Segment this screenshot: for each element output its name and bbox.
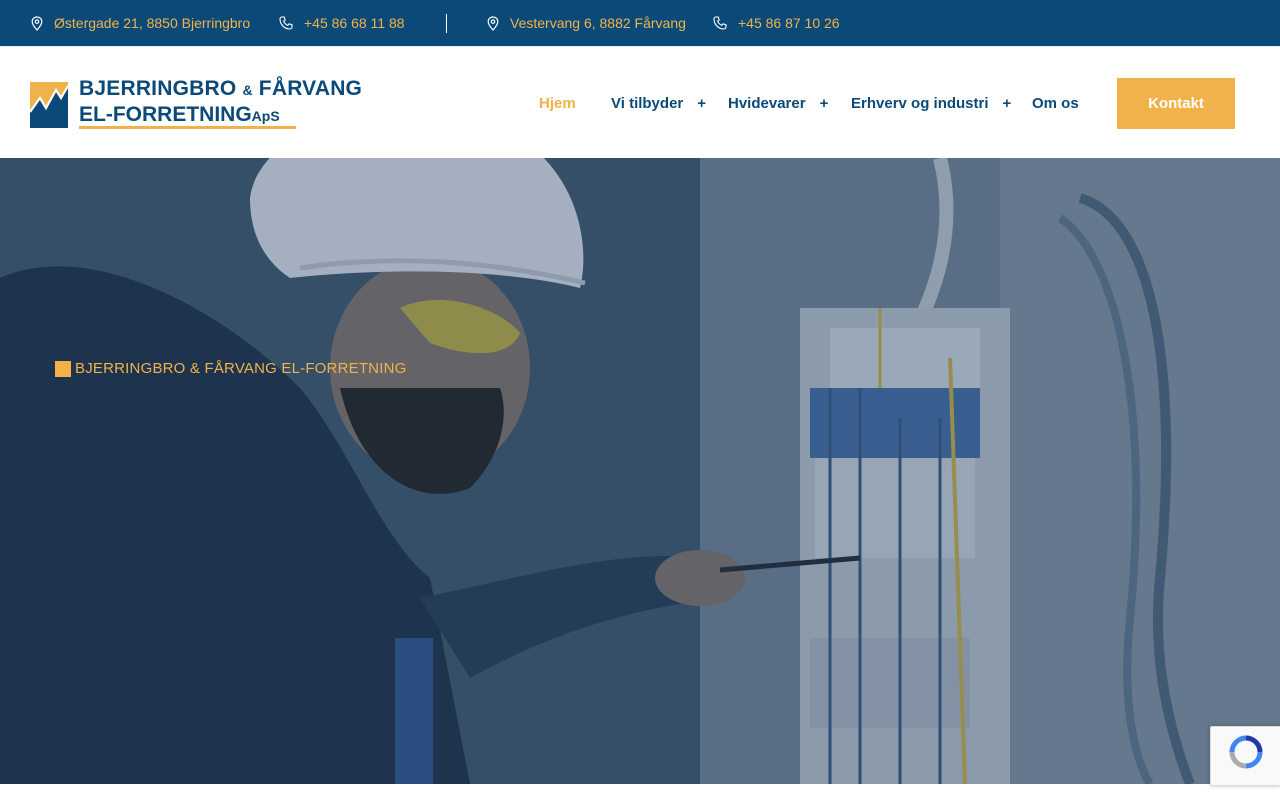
address-text: Vestervang 6, 8882 Fårvang bbox=[510, 15, 686, 31]
logo-word-aps: ApS bbox=[251, 108, 280, 124]
nav-item-label: Erhverv og industri bbox=[851, 94, 989, 112]
address-text: Østergade 21, 8850 Bjerringbro bbox=[54, 15, 251, 31]
submenu-plus-icon[interactable]: + bbox=[1003, 95, 1012, 112]
phone-icon bbox=[279, 16, 293, 30]
nav-item-label: Vi tilbyder bbox=[611, 94, 684, 112]
top-info-bar: Østergade 21, 8850 Bjerringbro +45 86 68… bbox=[0, 0, 1280, 46]
logo-mark-icon bbox=[30, 82, 68, 128]
phone-text: +45 86 87 10 26 bbox=[738, 15, 840, 31]
hero-section: BJERRINGBRO & FÅRVANG EL-FORRETNING bbox=[0, 158, 1280, 784]
nav-item-hjem[interactable]: Hjem bbox=[539, 47, 576, 159]
kontakt-button[interactable]: Kontakt bbox=[1117, 78, 1235, 129]
site-logo[interactable]: BJERRINGBRO & FÅRVANG EL-FORRETNINGApS bbox=[30, 77, 370, 129]
nav-item-label: Hjem bbox=[539, 94, 576, 112]
hero-eyebrow-text: BJERRINGBRO & FÅRVANG EL-FORRETNING bbox=[75, 360, 407, 377]
nav-item-label: Hvidevarer bbox=[728, 94, 806, 112]
logo-word-el-forretning: EL-FORRETNING bbox=[79, 103, 252, 126]
recaptcha-badge[interactable] bbox=[1210, 726, 1280, 786]
nav-item-om-os[interactable]: Om os bbox=[1032, 47, 1079, 159]
logo-ampersand: & bbox=[242, 82, 253, 98]
hero-eyebrow: BJERRINGBRO & FÅRVANG EL-FORRETNING bbox=[55, 360, 407, 377]
address-farvang[interactable]: Vestervang 6, 8882 Fårvang bbox=[487, 0, 686, 46]
nav-item-label: Om os bbox=[1032, 94, 1079, 112]
phone-icon bbox=[713, 16, 727, 30]
topbar-divider bbox=[446, 14, 447, 33]
nav-item-vi-tilbyder[interactable]: Vi tilbyder + bbox=[611, 47, 706, 159]
map-pin-icon bbox=[487, 15, 499, 31]
page-bottom-strip bbox=[0, 784, 1280, 800]
phone-bjerringbro[interactable]: +45 86 68 11 88 bbox=[279, 0, 405, 46]
eyebrow-square-icon bbox=[55, 360, 71, 377]
submenu-plus-icon[interactable]: + bbox=[697, 95, 706, 112]
nav-item-hvidevarer[interactable]: Hvidevarer + bbox=[728, 47, 828, 159]
recaptcha-icon bbox=[1229, 735, 1263, 769]
address-bjerringbro[interactable]: Østergade 21, 8850 Bjerringbro bbox=[31, 0, 250, 46]
logo-line-1: BJERRINGBRO & FÅRVANG bbox=[79, 77, 362, 102]
logo-word-bjerringbro: BJERRINGBRO bbox=[79, 77, 237, 100]
phone-text: +45 86 68 11 88 bbox=[304, 15, 405, 31]
logo-line-2: EL-FORRETNINGApS bbox=[79, 103, 280, 128]
phone-farvang[interactable]: +45 86 87 10 26 bbox=[713, 0, 840, 46]
map-pin-icon bbox=[31, 15, 43, 31]
nav-item-erhverv-og-industri[interactable]: Erhverv og industri + bbox=[851, 47, 1011, 159]
submenu-plus-icon[interactable]: + bbox=[820, 95, 829, 112]
logo-word-farvang: FÅRVANG bbox=[258, 77, 363, 100]
site-header: BJERRINGBRO & FÅRVANG EL-FORRETNINGApS H… bbox=[0, 46, 1280, 158]
logo-underline bbox=[79, 126, 296, 129]
hero-overlay bbox=[0, 158, 1280, 784]
